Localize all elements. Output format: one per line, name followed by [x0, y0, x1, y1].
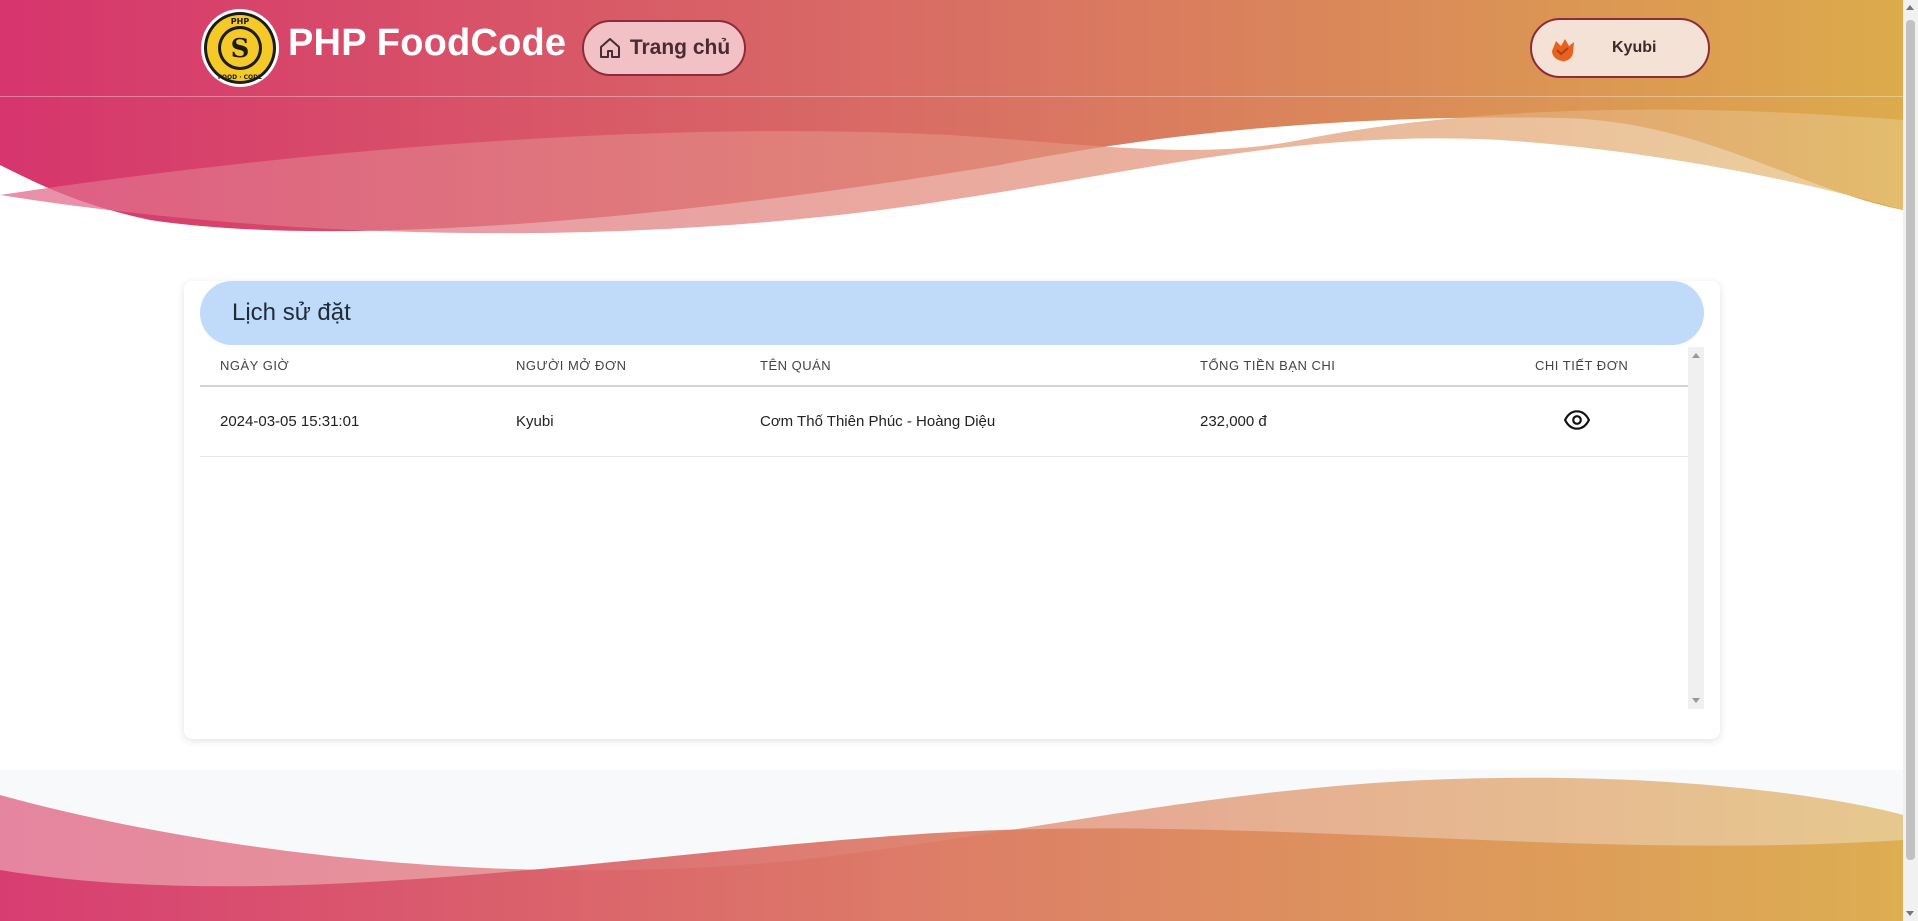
eye-icon[interactable] [1564, 407, 1590, 433]
card-header: Lịch sử đặt [200, 281, 1704, 345]
page-scrollbar[interactable] [1903, 0, 1918, 921]
page-scroll-down-icon[interactable] [1906, 911, 1914, 916]
cell-restaurant: Cơm Thố Thiên Phúc - Hoàng Diệu [760, 413, 996, 430]
svg-text:FOOD · CODE: FOOD · CODE [218, 74, 262, 81]
user-menu-button[interactable]: Kyubi [1530, 18, 1710, 78]
scroll-up-arrow-icon[interactable] [1692, 353, 1700, 358]
home-button-label: Trang chủ [629, 36, 731, 59]
brand-title[interactable]: PHP FoodCode [288, 22, 566, 65]
scroll-down-arrow-icon[interactable] [1692, 698, 1700, 703]
svg-text:PHP: PHP [231, 17, 250, 26]
cell-opener: Kyubi [516, 413, 554, 430]
order-history-table: NGÀY GIỜ NGƯỜI MỞ ĐƠN TÊN QUÁN TỔNG TIỀN… [200, 347, 1704, 709]
column-header-restaurant: TÊN QUÁN [760, 358, 832, 373]
svg-text:S: S [231, 34, 250, 64]
column-header-detail: CHI TIẾT ĐƠN [1535, 358, 1629, 373]
order-history-card: Lịch sử đặt NGÀY GIỜ NGƯỜI MỞ ĐƠN TÊN QU… [184, 281, 1720, 739]
header-divider [0, 96, 1903, 97]
page-scroll-up-icon[interactable] [1906, 5, 1914, 10]
page-scroll-thumb[interactable] [1906, 20, 1915, 860]
user-name: Kyubi [1612, 39, 1657, 56]
footer-wave-background [0, 777, 1903, 921]
table-row: 2024-03-05 15:31:01 Kyubi Cơm Thố Thiên … [200, 387, 1688, 457]
column-header-datetime: NGÀY GIỜ [220, 358, 290, 373]
home-button[interactable]: Trang chủ [582, 20, 746, 76]
logo[interactable]: S PHP FOOD · CODE [200, 8, 280, 88]
cell-datetime: 2024-03-05 15:31:01 [220, 413, 360, 430]
column-header-total: TỔNG TIỀN BẠN CHI [1200, 358, 1336, 373]
cell-total: 232,000 đ [1200, 413, 1267, 430]
home-icon [599, 38, 620, 58]
table-header: NGÀY GIỜ NGƯỜI MỞ ĐƠN TÊN QUÁN TỔNG TIỀN… [200, 347, 1688, 387]
column-header-opener: NGƯỜI MỞ ĐƠN [516, 358, 627, 373]
table-scrollbar[interactable] [1688, 347, 1704, 709]
card-title: Lịch sử đặt [232, 299, 351, 326]
footer [0, 770, 1903, 921]
user-avatar-icon [1552, 39, 1574, 62]
